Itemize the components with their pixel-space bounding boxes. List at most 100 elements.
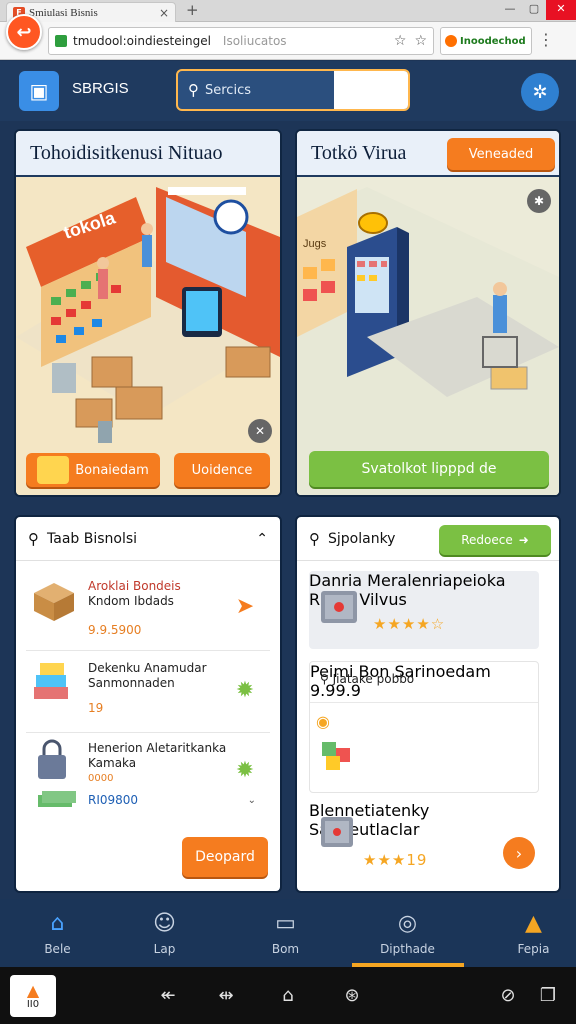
store-scene-illustration: tokola bbox=[16, 177, 280, 495]
rating-stars: ★★★★☆ bbox=[373, 615, 446, 633]
app-logo-icon[interactable]: ▣ bbox=[19, 71, 59, 111]
star-icon[interactable]: ☆ bbox=[394, 33, 407, 49]
card-header: ⚲ Taab Bisnolsi ⌃ bbox=[16, 517, 280, 561]
tab-title: Smiulasi Bisnis bbox=[29, 6, 98, 19]
card-action-button-label: Deopard bbox=[195, 849, 255, 865]
minimize-icon[interactable]: — bbox=[498, 0, 522, 20]
chevron-down-icon[interactable]: ⌄ bbox=[248, 795, 256, 806]
rating-stars: ★★★19 bbox=[363, 851, 428, 869]
close-tab-icon[interactable]: × bbox=[159, 6, 169, 20]
list-item[interactable]: Dekenku Anamudar Sanmonnaden 19 ✹ bbox=[26, 651, 270, 733]
maximize-icon[interactable]: ▢ bbox=[522, 0, 546, 20]
os-home-label: II0 bbox=[26, 998, 40, 1010]
list-item[interactable]: Danria Meralenriapeioka Rdooj Vilvus ★★★★… bbox=[309, 571, 539, 649]
card-title: Taab Bisnolsi bbox=[47, 530, 138, 547]
card-action-button[interactable]: Deopard bbox=[182, 837, 268, 877]
new-tab-icon[interactable]: + bbox=[186, 1, 199, 19]
home-outline-icon[interactable]: ⌂ bbox=[274, 981, 302, 1009]
business-list-card: ⚲ Taab Bisnolsi ⌃ Aroklai Bondeis Kndom I… bbox=[14, 515, 282, 893]
right-panel-header-button-label: Veneaded bbox=[468, 146, 534, 162]
item-price: 9.9.5900 bbox=[88, 623, 142, 637]
nav-item-profile[interactable]: ☺ Lap bbox=[107, 899, 222, 967]
nav-item-media[interactable]: ▭ Bom bbox=[228, 899, 343, 967]
chevron-right-icon[interactable]: › bbox=[503, 837, 535, 869]
browser-menu-icon[interactable]: ⋮ bbox=[538, 30, 554, 49]
recent-apps-icon[interactable]: ❐ bbox=[534, 981, 562, 1009]
vending-store-panel: Totkö Virua Veneaded Jugs ✱ Svatolkot li… bbox=[295, 129, 561, 497]
gear-badge-icon[interactable]: ✹ bbox=[228, 753, 262, 787]
money-stack-icon bbox=[38, 791, 76, 807]
group-header-label: Jiatake pobbo bbox=[332, 672, 415, 686]
app-brand: SBRGIS bbox=[72, 80, 129, 97]
search-icon: ⚲ bbox=[309, 529, 320, 548]
list-item[interactable]: Henerion Aletaritkanka Kamaka 0000 ✹ RI09… bbox=[26, 733, 270, 817]
gear-badge-icon[interactable]: ✹ bbox=[228, 673, 262, 707]
left-panel-button-secondary-label: Uoidence bbox=[191, 462, 253, 478]
card-header-button-label: Redoece bbox=[461, 533, 513, 547]
item-price: 19 bbox=[88, 701, 104, 715]
divider bbox=[310, 702, 538, 703]
back-icon[interactable]: ↞ bbox=[154, 981, 182, 1009]
vending-illustration: Jugs bbox=[297, 177, 559, 495]
machine-sign-text: Jugs bbox=[303, 238, 327, 250]
compass-icon[interactable]: ⊛ bbox=[338, 981, 366, 1009]
item-name-line2: Kamaka bbox=[88, 756, 137, 770]
left-panel-button-secondary[interactable]: Uoidence bbox=[174, 453, 270, 487]
search-icon: ⚲ bbox=[188, 81, 199, 99]
nav-item-home[interactable]: ⌂ Bele bbox=[0, 899, 115, 967]
app-header: ▣ SBRGIS ⚲ Sercics ✲ bbox=[0, 61, 576, 121]
close-window-icon[interactable]: ✕ bbox=[546, 0, 576, 20]
search-circle-icon[interactable]: ⊘ bbox=[494, 981, 522, 1009]
list-group: ⚲ Jiatake pobbo ◉ Peimi Bon Sarinoedam 9… bbox=[309, 661, 539, 793]
left-panel-info-icon[interactable]: ✕ bbox=[248, 419, 272, 443]
right-panel-info-icon[interactable]: ✱ bbox=[527, 189, 551, 213]
window-controls: — ▢ ✕ bbox=[498, 0, 576, 20]
extension-label: Inoodechod bbox=[460, 35, 526, 47]
extension-button[interactable]: Inoodechod bbox=[440, 27, 532, 55]
item-name: Dekenku Anamudar Sanmonnaden bbox=[88, 661, 207, 691]
safe-box-icon bbox=[321, 591, 357, 623]
item-name-line2: Sanmonnaden bbox=[88, 676, 175, 690]
specialty-list-card: ⚲ Sjpolanky Redoece ➜ Danria Meralenriap… bbox=[295, 515, 561, 893]
split-icon[interactable]: ⇹ bbox=[212, 981, 240, 1009]
item-name-line1: Dekenku Anamudar bbox=[88, 661, 207, 675]
search-box[interactable]: ⚲ Sercics bbox=[176, 69, 410, 111]
nav-item-world[interactable]: ◎ Dipthade bbox=[350, 899, 465, 967]
blocks-icon bbox=[322, 742, 350, 770]
left-panel-button-primary-label: Bonaiedam bbox=[75, 462, 149, 478]
settings-icon[interactable]: ✲ bbox=[521, 73, 559, 111]
search-placeholder: Sercics bbox=[205, 82, 251, 98]
store-illustration: tokola bbox=[16, 177, 280, 495]
chevron-up-icon[interactable]: ⌃ bbox=[256, 531, 268, 547]
address-bar: tmudool:oindiesteingel Isoliucatos ☆ ☆ I… bbox=[0, 22, 576, 60]
url-field[interactable]: tmudool:oindiesteingel Isoliucatos ☆ ☆ bbox=[48, 27, 434, 55]
bookmark-icon[interactable]: ☆ bbox=[414, 33, 427, 49]
gift-box-icon bbox=[37, 456, 70, 484]
vending-scene-illustration: Jugs bbox=[297, 177, 559, 495]
virtual-store-panel: Tohoidisitkenusi Nituao tokola Bonaiedam… bbox=[14, 129, 282, 497]
cardboard-box-icon bbox=[34, 583, 74, 621]
nav-label: Bele bbox=[44, 941, 71, 956]
left-panel-button-primary[interactable]: Bonaiedam bbox=[26, 453, 160, 487]
stacked-blocks-icon bbox=[34, 663, 68, 699]
back-arrow-icon[interactable]: ↩ bbox=[6, 14, 42, 50]
coins-icon: ◉ bbox=[316, 712, 330, 731]
nav-label: Fepia bbox=[517, 941, 550, 956]
item-name: Henerion Aletaritkanka Kamaka bbox=[88, 741, 226, 771]
search-icon: ⚲ bbox=[28, 529, 39, 548]
secure-icon bbox=[55, 35, 67, 47]
bottom-navigation: ⌂ Bele ☺ Lap ▭ Bom ◎ Dipthade ▲ Fepia bbox=[0, 899, 576, 967]
list-item[interactable]: Aroklai Bondeis Kndom Ibdads 9.9.5900 ➤ bbox=[26, 567, 270, 651]
list-item[interactable]: Blennetiatenky Sanpeutlaclar ★★★19 › bbox=[309, 801, 539, 881]
globe-icon: ◎ bbox=[397, 910, 418, 936]
offer-tag-icon[interactable]: ➤ bbox=[228, 589, 262, 623]
right-panel-action-button[interactable]: Svatolkot lipppd de bbox=[309, 451, 549, 487]
item-price: RI09800 bbox=[88, 793, 139, 807]
right-panel-header-button[interactable]: Veneaded bbox=[447, 138, 555, 170]
group-header: ⚲ Jiatake pobbo bbox=[320, 672, 414, 686]
os-home-button[interactable]: ▲ II0 bbox=[10, 975, 56, 1017]
nav-item-shop[interactable]: ▲ Fepia bbox=[476, 899, 576, 967]
item-tag: 0000 bbox=[88, 773, 114, 784]
search-input-area[interactable] bbox=[334, 71, 408, 109]
card-header-button[interactable]: Redoece ➜ bbox=[439, 525, 551, 555]
